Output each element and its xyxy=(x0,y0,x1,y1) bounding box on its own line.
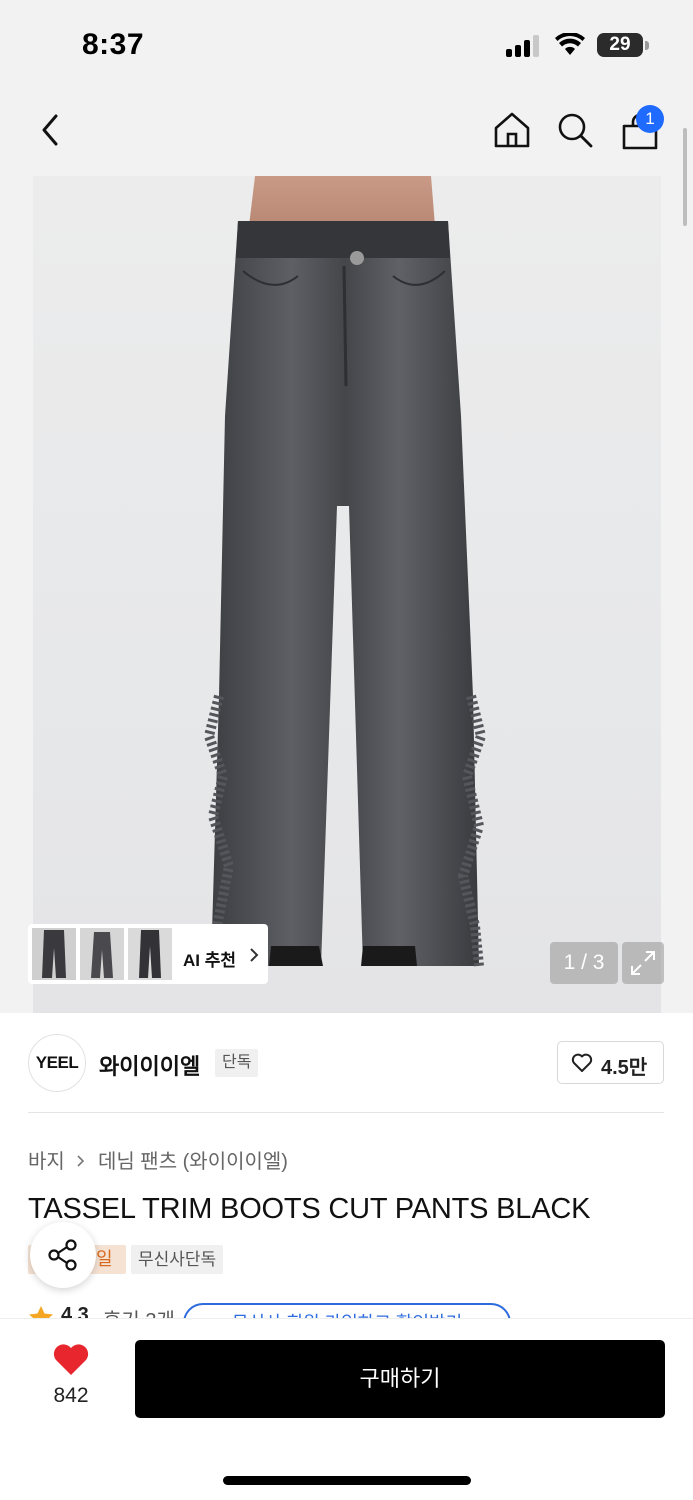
cellular-signal-icon xyxy=(506,35,542,57)
battery-tip xyxy=(645,41,649,50)
cart-count-badge: 1 xyxy=(636,105,664,133)
product-title: TASSEL TRIM BOOTS CUT PANTS BLACK xyxy=(28,1193,591,1225)
ai-recommend-label[interactable]: AI 추천 xyxy=(183,946,236,971)
brand-like-count: 4.5만 xyxy=(601,1057,648,1079)
thumbnail-1[interactable] xyxy=(32,928,76,980)
breadcrumb-item-pants[interactable]: 바지 xyxy=(28,1151,65,1173)
brand-name[interactable]: 와이이이엘 xyxy=(99,1049,200,1081)
heart-filled-icon[interactable] xyxy=(52,1343,90,1377)
wish-count: 842 xyxy=(53,1384,89,1407)
expand-icon xyxy=(631,951,655,975)
image-counter: 1 / 3 xyxy=(550,942,618,984)
rating-row: 4.3 후기 3개 무신사 회원 가입하고 할인받기 xyxy=(28,1303,668,1319)
heart-outline-icon xyxy=(571,1053,593,1072)
review-count[interactable]: 후기 3개 xyxy=(103,1304,175,1319)
product-image[interactable] xyxy=(33,176,661,1013)
breadcrumb-item-denim[interactable]: 데님 팬츠 (와이이이엘) xyxy=(98,1151,288,1173)
home-indicator xyxy=(223,1476,471,1485)
chevron-right-icon[interactable] xyxy=(248,946,260,964)
home-icon[interactable] xyxy=(492,110,532,150)
status-time: 8:37 xyxy=(82,28,145,61)
brand-logo[interactable]: YEEL xyxy=(28,1034,86,1092)
divider xyxy=(28,1112,664,1113)
battery-level: 29 xyxy=(597,33,643,57)
buy-button[interactable]: 구매하기 xyxy=(135,1340,665,1418)
brand-exclusive-tag: 단독 xyxy=(215,1049,259,1077)
star-icon xyxy=(29,1306,53,1319)
breadcrumb: 바지 데님 팬츠 (와이이이엘) xyxy=(28,1145,288,1174)
rating-value: 4.3 xyxy=(61,1304,89,1319)
jeans-illustration xyxy=(203,176,487,967)
share-button[interactable] xyxy=(30,1222,96,1288)
brand-like-button[interactable]: 4.5만 xyxy=(557,1041,664,1084)
status-bar: 8:37 29 xyxy=(0,0,693,92)
musinsa-exclusive-tag: 무신사단독 xyxy=(131,1245,224,1274)
back-icon[interactable] xyxy=(36,110,66,150)
chevron-right-icon xyxy=(77,1155,85,1167)
coupon-button[interactable]: 무신사 회원 가입하고 할인받기 xyxy=(183,1303,511,1319)
thumbnail-2[interactable] xyxy=(80,928,124,980)
expand-button[interactable] xyxy=(622,942,664,984)
wifi-icon xyxy=(555,33,585,55)
share-icon xyxy=(48,1239,77,1271)
scroll-indicator xyxy=(683,128,687,226)
search-icon[interactable] xyxy=(555,110,595,150)
thumbnail-3[interactable] xyxy=(128,928,172,980)
